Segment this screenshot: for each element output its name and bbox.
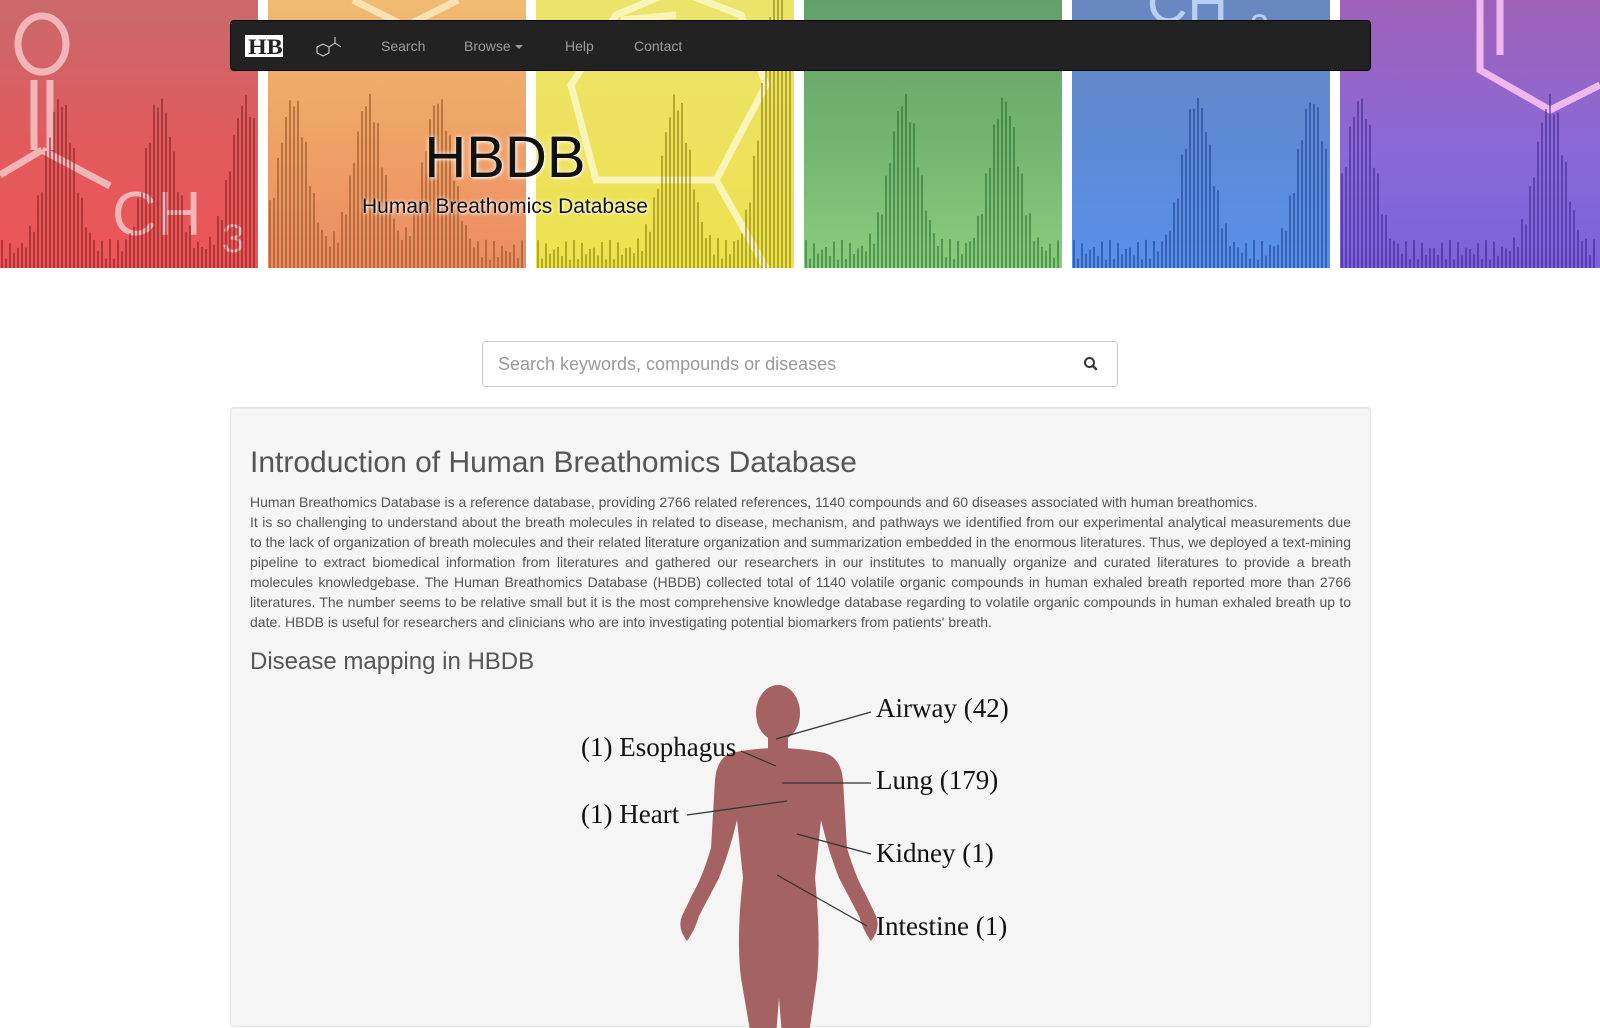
content-well: Introduction of Human Breathomics Databa… (230, 407, 1371, 1028)
nav-browse-dropdown[interactable]: Browse (464, 21, 523, 71)
nav-contact[interactable]: Contact (634, 21, 682, 71)
chemical-structure-icon: CH 3 (0, 12, 255, 268)
hero-subtitle: Human Breathomics Database (362, 195, 648, 218)
hero-title: HBDB (424, 125, 586, 190)
search-input[interactable] (483, 342, 1063, 386)
search-icon (1084, 357, 1098, 371)
banner-strip-purple (1340, 0, 1600, 268)
chemical-structure-icon (1341, 0, 1600, 268)
search-button[interactable] (1065, 342, 1117, 386)
molecule-icon (316, 37, 342, 57)
organ-label-airway[interactable]: Airway (42) (876, 693, 1009, 723)
brand-text: HBDB (248, 34, 316, 59)
nav-browse-label: Browse (464, 38, 511, 54)
brand-logo[interactable]: HBDB (245, 33, 345, 61)
organ-label-esophagus[interactable]: (1) Esophagus (581, 732, 736, 762)
organ-label-heart[interactable]: (1) Heart (581, 799, 680, 829)
organ-label-lung[interactable]: Lung (179) (876, 765, 998, 795)
organ-label-intestine[interactable]: Intestine (1) (876, 911, 1007, 941)
banner-strip-red: CH 3 (0, 0, 258, 268)
organ-label-kidney[interactable]: Kidney (1) (876, 838, 994, 868)
nav-help[interactable]: Help (565, 21, 594, 71)
nav-search[interactable]: Search (381, 21, 425, 71)
search-bar (482, 341, 1118, 387)
top-navbar: HBDB Search Browse Help Contact (230, 20, 1371, 71)
caret-down-icon (514, 45, 523, 50)
disease-body-map: Airway (42) (1) Esophagus Lung (179) (1)… (581, 685, 1009, 1028)
svg-text:CH: CH (112, 180, 202, 249)
